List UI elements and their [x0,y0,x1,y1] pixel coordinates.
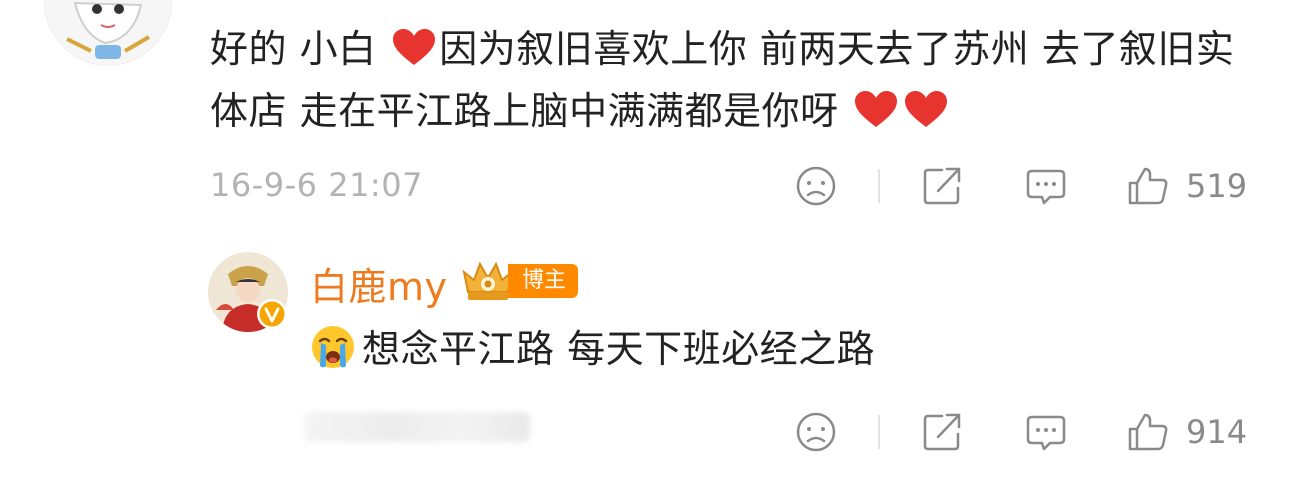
share-icon[interactable] [920,410,964,454]
commenter-avatar[interactable] [44,0,172,66]
action-divider [878,169,880,203]
crying-emoji-icon [312,326,354,368]
sad-face-icon[interactable] [794,164,838,208]
heart-emoji-icon [855,91,898,127]
comment-bubble-icon[interactable] [1024,164,1068,208]
comment-text: 好的 小白 因为叙旧喜欢上你 前两天去了苏州 去了叙旧实体店 走在平江路上脑中满… [210,18,1260,142]
comment-action-bar: 16-9-6 21:07 519 [0,156,1290,216]
reply-text-content: 想念平江路 每天下班必经之路 [362,327,876,371]
verified-v-icon [257,299,287,329]
like-count: 914 [1186,413,1248,451]
thumbs-up-icon[interactable] [1126,164,1170,208]
action-divider [878,415,880,449]
heart-emoji-icon [393,29,436,65]
heart-emoji-icon [905,91,948,127]
comment-bubble-icon[interactable] [1024,410,1068,454]
anime-avatar-icon [45,0,171,65]
author-tag-badge: 博主 [508,264,579,298]
comment-text-part1: 好的 小白 [210,27,377,71]
reply-action-bar: 914 [0,402,1290,462]
sad-face-icon[interactable] [794,410,838,454]
comment-timestamp: 16-9-6 21:07 [210,166,423,204]
reply-text: 想念平江路 每天下班必经之路 [310,318,875,380]
like-count: 519 [1186,167,1248,205]
thumbs-up-icon[interactable] [1126,410,1170,454]
share-icon[interactable] [920,164,964,208]
reply-author-name[interactable]: 白鹿my [310,256,448,311]
